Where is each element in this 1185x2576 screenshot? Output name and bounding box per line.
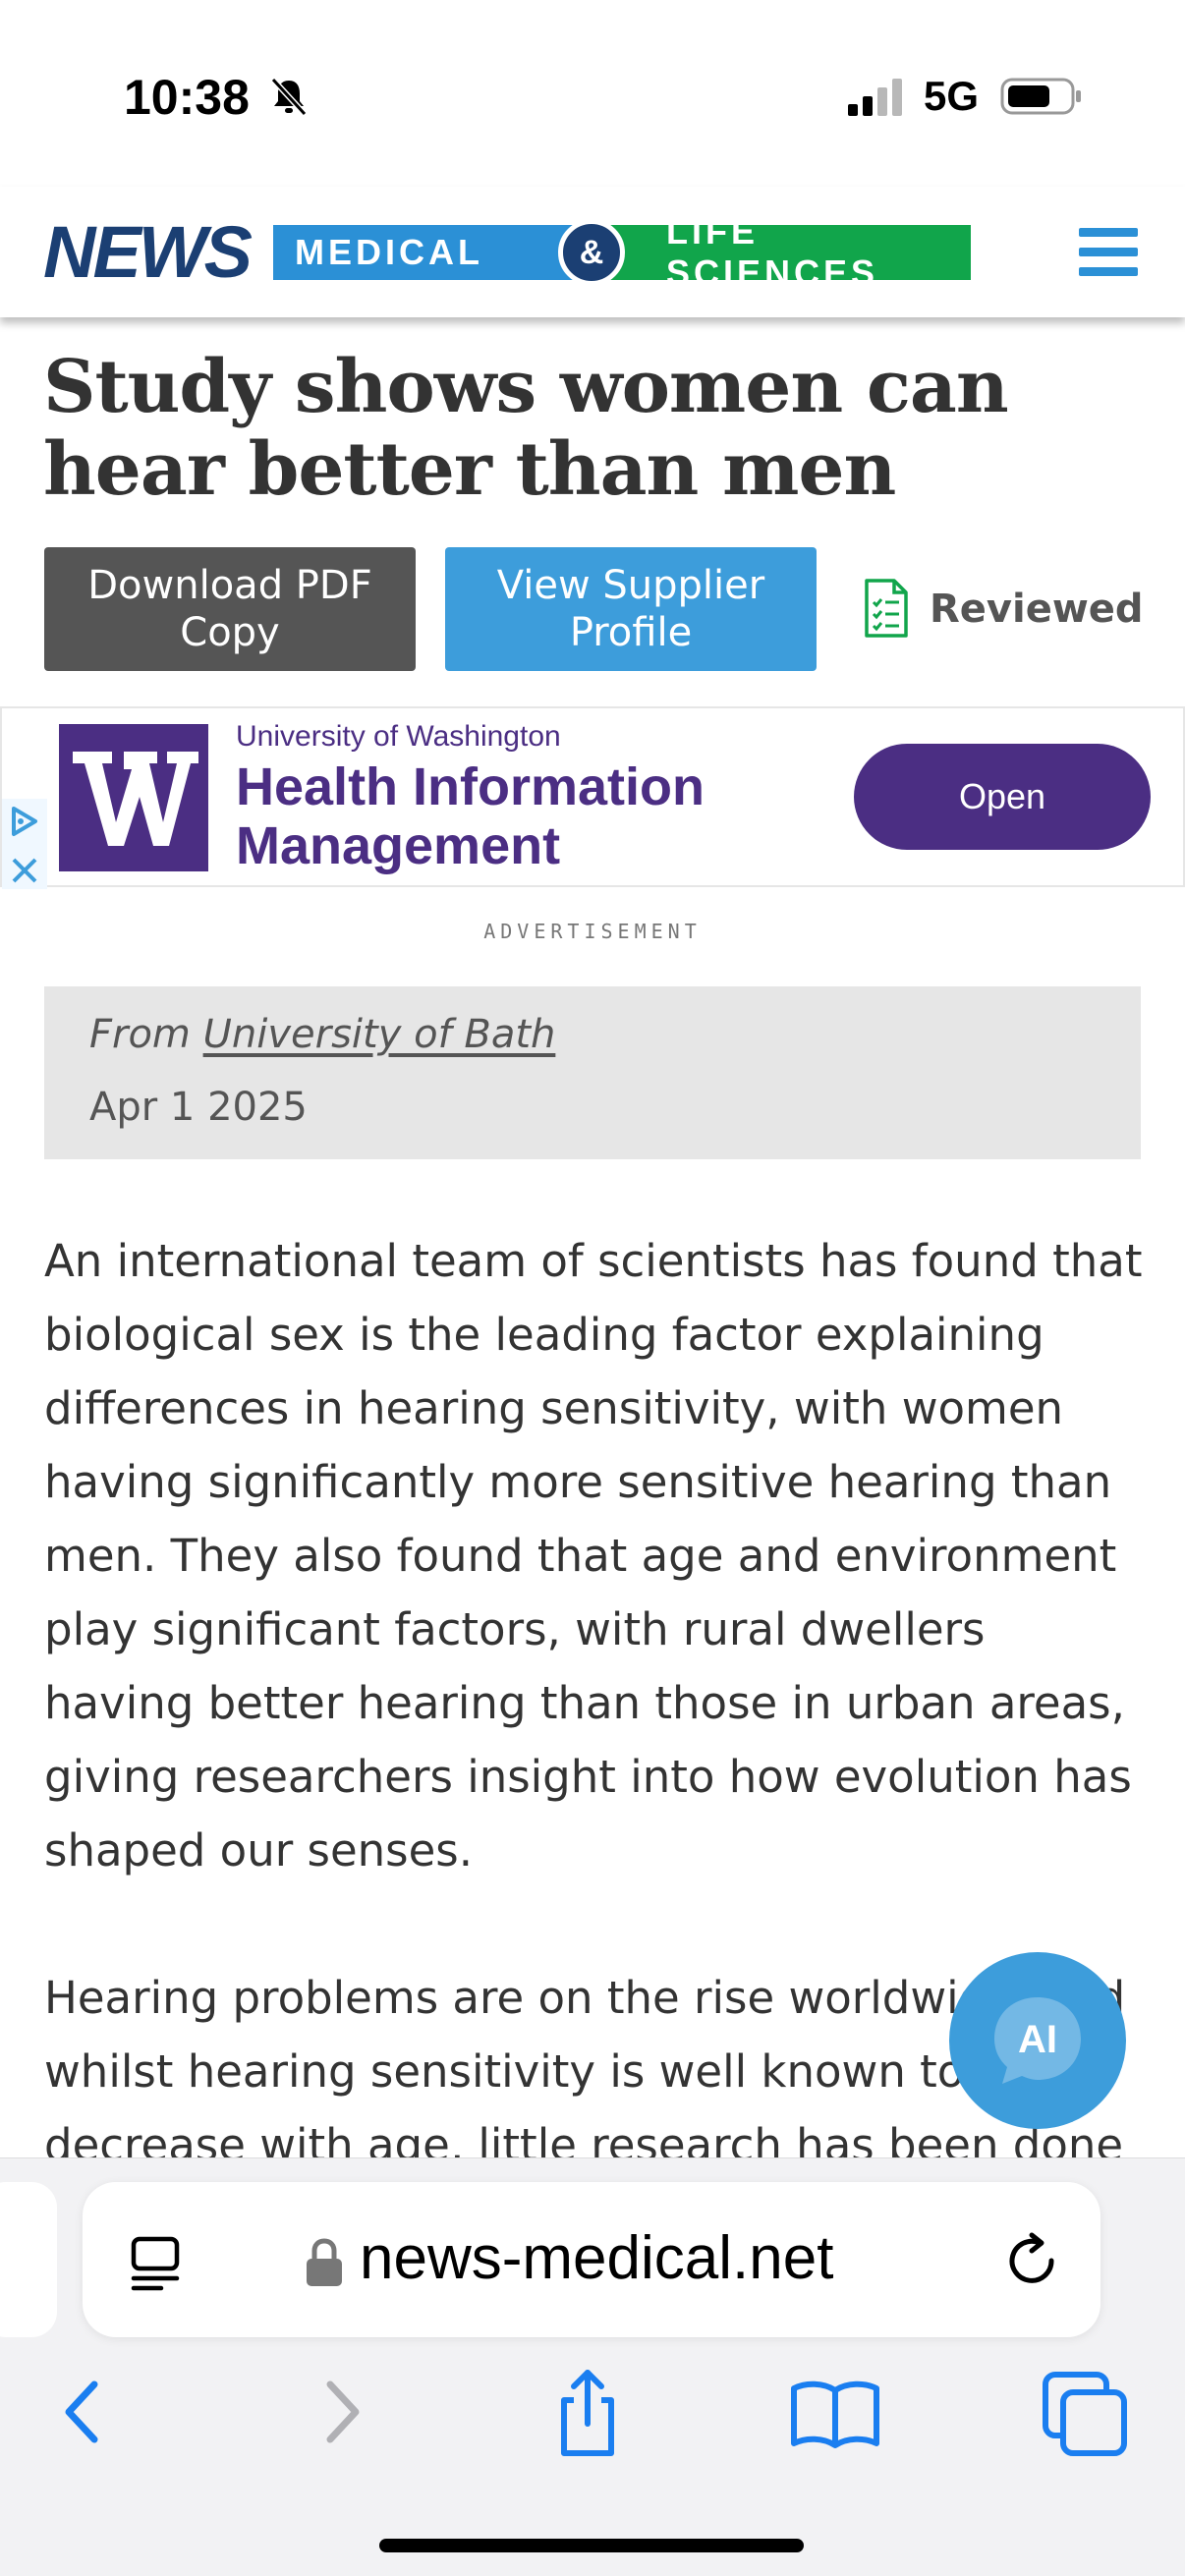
logo-life-sciences-text: LIFE SCIENCES: [578, 211, 971, 293]
silent-bell-icon: [270, 77, 308, 117]
reviewed-label: Reviewed: [930, 587, 1144, 632]
forward-button[interactable]: [291, 2363, 389, 2461]
adchoices-icon[interactable]: [2, 799, 47, 844]
url-text[interactable]: news-medical.net: [360, 2223, 833, 2293]
ad-choices[interactable]: [2, 799, 47, 889]
site-header: NEWS MEDICAL LIFE SCIENCES &: [0, 187, 1185, 317]
bookmarks-button[interactable]: [786, 2363, 884, 2461]
logo-banner: MEDICAL LIFE SCIENCES &: [273, 211, 971, 293]
advertisement-label: ADVERTISEMENT: [483, 920, 702, 943]
network-type: 5G: [924, 73, 980, 119]
ad-banner[interactable]: University of Washington Health Informat…: [0, 706, 1185, 889]
article-date: Apr 1 2025: [89, 1085, 308, 1130]
ad-close-icon[interactable]: [2, 848, 47, 893]
source-prefix: From: [89, 1012, 191, 1057]
share-button[interactable]: [538, 2363, 637, 2461]
ad-headline[interactable]: Health Information Management: [236, 757, 786, 875]
page-menu-icon[interactable]: [126, 2233, 185, 2292]
chevron-right-icon: [326, 2380, 360, 2443]
open-book-icon: [791, 2380, 879, 2448]
status-bar: 10:38 5G: [0, 0, 1185, 187]
source-line: From University of Bath: [89, 1012, 555, 1057]
ai-label: AI: [1018, 2018, 1057, 2061]
uw-logo: [59, 724, 208, 871]
article-source-box: From University of Bath Apr 1 2025: [44, 986, 1141, 1159]
ad-open-button[interactable]: Open: [854, 744, 1151, 850]
reviewed-badge[interactable]: Reviewed: [863, 578, 1144, 641]
source-link[interactable]: University of Bath: [203, 1012, 556, 1057]
share-icon: [561, 2370, 614, 2456]
logo-ampersand: &: [558, 219, 625, 286]
previous-tab-peek[interactable]: [0, 2182, 57, 2337]
browser-toolbar: [0, 2345, 1185, 2473]
logo-medical-text: MEDICAL: [273, 225, 578, 280]
site-logo[interactable]: NEWS MEDICAL LIFE SCIENCES &: [43, 211, 971, 293]
cellular-signal-icon: [848, 79, 902, 116]
browser-bottom-bar: news-medical.net: [0, 2157, 1185, 2576]
checklist-document-icon: [865, 579, 908, 638]
hamburger-menu-icon[interactable]: [1079, 226, 1138, 279]
download-pdf-button[interactable]: Download PDF Copy: [44, 547, 416, 671]
view-supplier-profile-button[interactable]: View Supplier Profile: [445, 547, 817, 671]
lock-icon: [307, 2238, 342, 2286]
back-button[interactable]: [35, 2363, 134, 2461]
article-paragraph: An international team of scientists has …: [44, 1235, 1143, 1876]
tabs-overview-icon: [1043, 2372, 1127, 2456]
tabs-button[interactable]: [1036, 2363, 1134, 2461]
ad-organization: University of Washington: [236, 720, 561, 753]
article-title: Study shows women can hear better than m…: [43, 345, 1009, 512]
uw-w-logo-icon: [73, 752, 198, 846]
reload-icon[interactable]: [1002, 2231, 1063, 2292]
ai-assistant-button[interactable]: AI: [949, 1952, 1126, 2129]
home-indicator: [379, 2539, 804, 2552]
battery-icon: [1000, 78, 1081, 115]
ai-chat-bubble-icon: AI: [994, 1997, 1081, 2084]
status-time: 10:38: [124, 70, 250, 125]
logo-news-wordmark: NEWS: [43, 211, 253, 293]
address-bar[interactable]: news-medical.net: [83, 2182, 1100, 2337]
chevron-left-icon: [65, 2380, 98, 2443]
